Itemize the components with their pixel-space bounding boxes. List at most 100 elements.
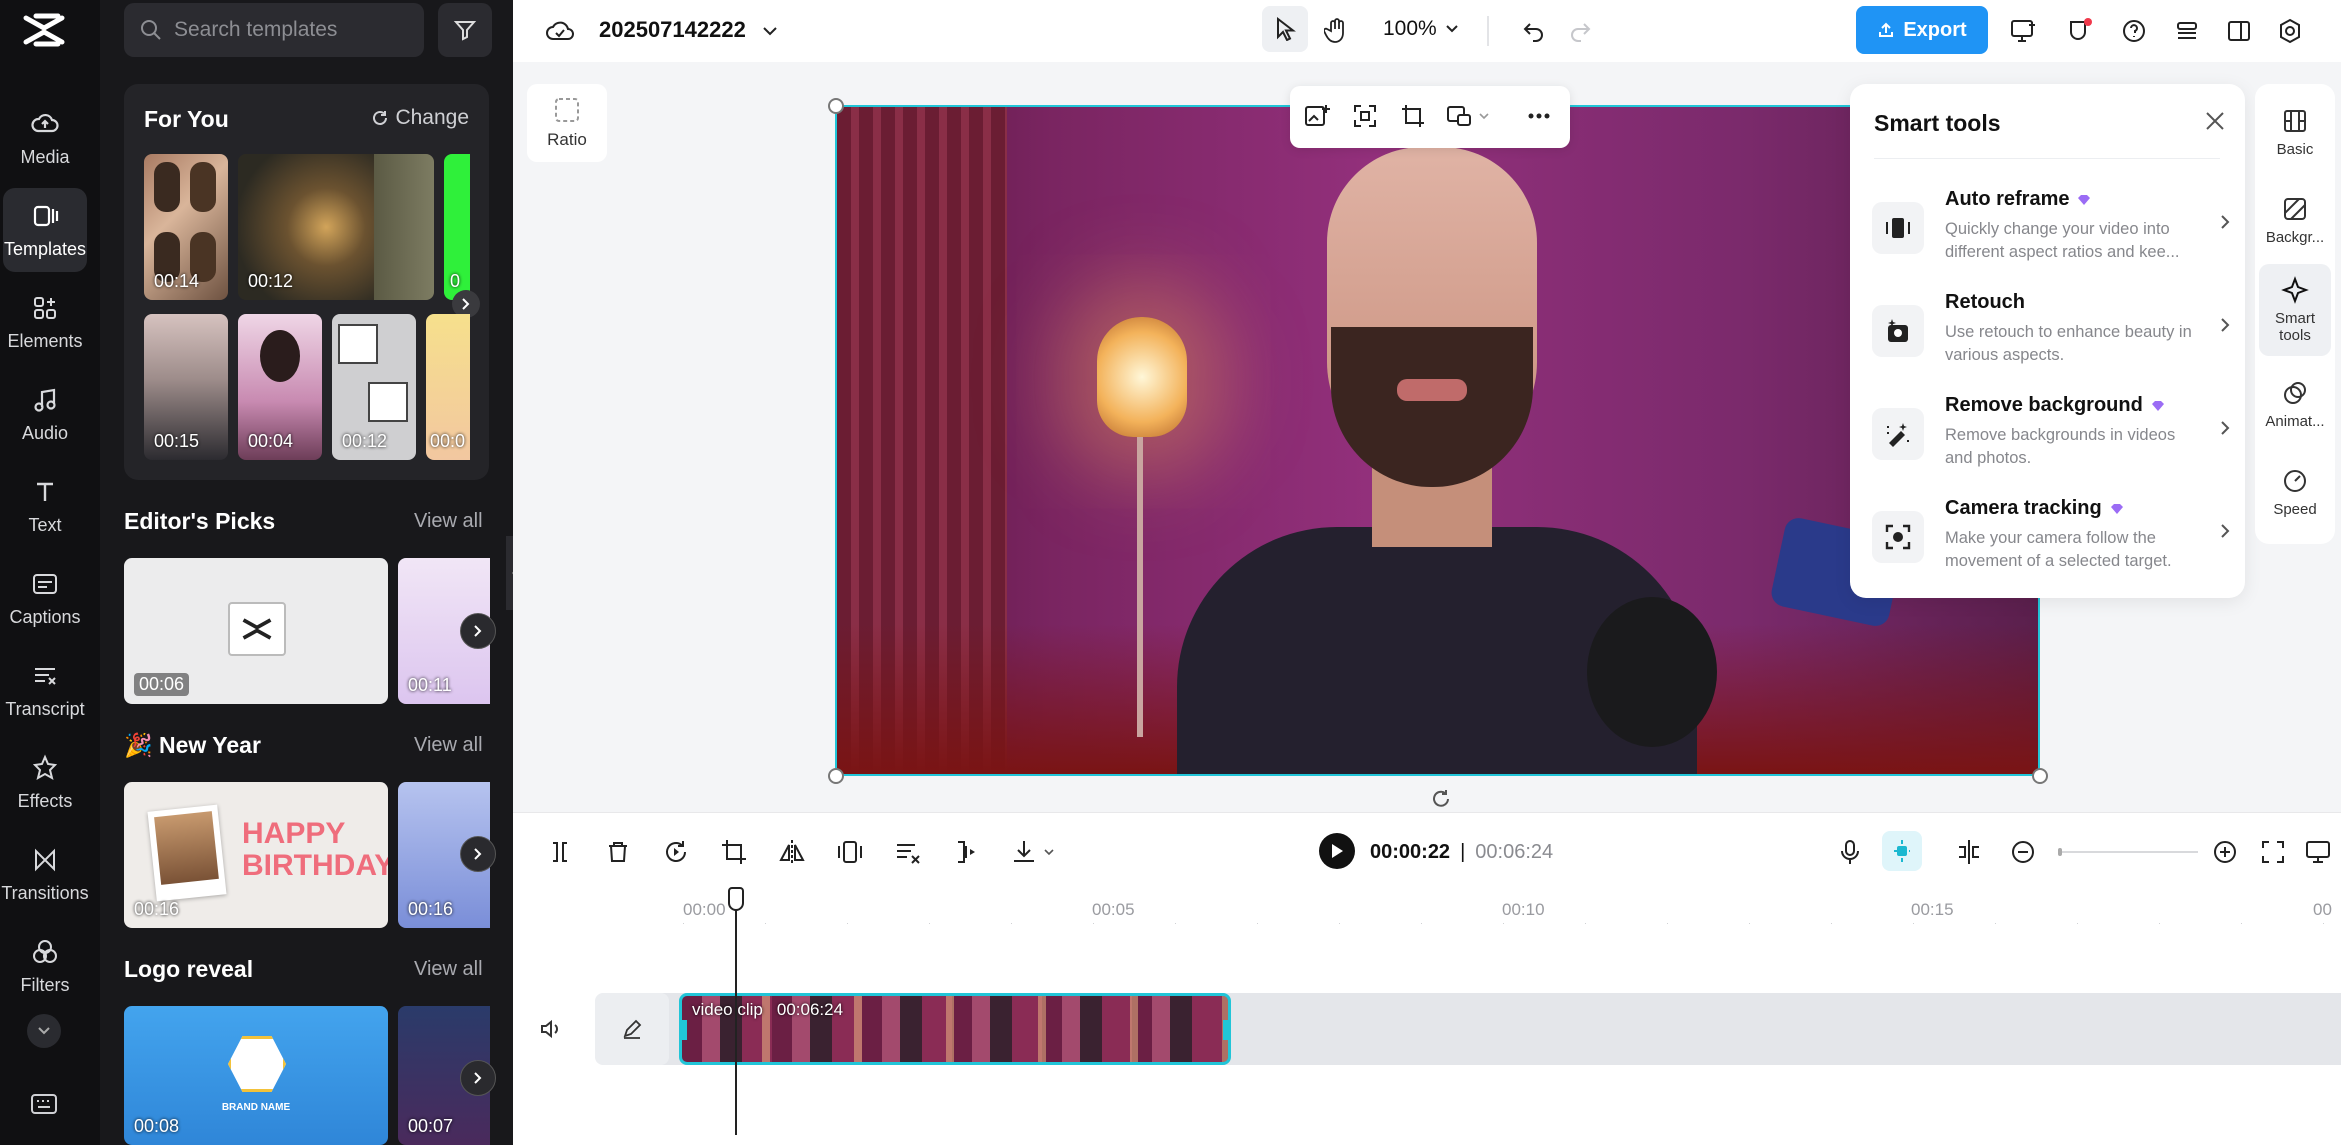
tab-background[interactable]: Backgr...: [2259, 176, 2331, 264]
template-thumb[interactable]: 00:15: [144, 314, 228, 460]
rail-item-audio[interactable]: Audio: [3, 372, 87, 456]
ratio-button[interactable]: Ratio: [527, 84, 607, 162]
zoom-dropdown[interactable]: 100%: [1383, 17, 1459, 41]
split-scene-icon[interactable]: [1954, 837, 1984, 867]
smart-tool-remove-background[interactable]: Remove background Remove backgrounds in …: [1870, 390, 2230, 490]
present-screen-button[interactable]: [2007, 14, 2041, 48]
ruler-ticks: [683, 923, 2341, 924]
template-thumb[interactable]: 00:0: [426, 314, 470, 460]
filter-button[interactable]: [438, 3, 492, 57]
template-thumb[interactable]: 00:12: [238, 154, 434, 300]
change-button[interactable]: Change: [371, 106, 469, 130]
fit-icon[interactable]: [835, 837, 865, 867]
rotate-handle-icon[interactable]: [1430, 788, 1452, 810]
rail-label: Filters: [20, 974, 70, 995]
rail-more-button[interactable]: [27, 1014, 61, 1048]
template-thumb[interactable]: HAPPY BIRTHDAY 00:16: [124, 782, 388, 928]
rail-item-templates[interactable]: Templates: [3, 188, 87, 272]
rail-item-transcript[interactable]: Transcript: [3, 648, 87, 732]
rail-item-transitions[interactable]: Transitions: [1, 832, 89, 916]
flip-icon[interactable]: [777, 837, 807, 867]
fullscreen-icon[interactable]: [2258, 837, 2288, 867]
layers-button[interactable]: [2170, 14, 2204, 48]
project-menu-chevron-icon[interactable]: [753, 14, 787, 48]
cloud-sync-icon[interactable]: [543, 14, 577, 48]
undo-button[interactable]: [1517, 14, 1551, 48]
smart-tool-retouch[interactable]: Retouch Use retouch to enhance beauty in…: [1870, 287, 2230, 387]
crop-tool-icon[interactable]: [719, 837, 749, 867]
image-add-icon[interactable]: [1304, 103, 1332, 129]
help-button[interactable]: [2117, 14, 2151, 48]
tab-animation[interactable]: Animat...: [2259, 360, 2331, 448]
rail-item-effects[interactable]: Effects: [3, 740, 87, 824]
tab-basic[interactable]: Basic: [2259, 88, 2331, 176]
settings-button[interactable]: [2273, 14, 2307, 48]
layout-button[interactable]: [2222, 14, 2256, 48]
play-button[interactable]: [1319, 833, 1355, 869]
search-input[interactable]: Search templates: [124, 3, 424, 57]
rail-item-elements[interactable]: Elements: [3, 280, 87, 364]
smart-tool-auto-reframe[interactable]: Auto reframe Quickly change your video i…: [1870, 184, 2230, 284]
resize-handle[interactable]: [828, 768, 844, 784]
zoom-out-icon[interactable]: [2008, 837, 2038, 867]
redo-button[interactable]: [1563, 14, 1597, 48]
capcut-logo-icon[interactable]: [22, 10, 66, 50]
focus-frame-icon[interactable]: [1352, 103, 1378, 129]
smart-tools-panel: Smart tools Auto reframe Quickly change …: [1850, 84, 2245, 598]
editors-picks-view-all[interactable]: View all: [414, 510, 483, 533]
clip-trim-handle-left[interactable]: [682, 1020, 687, 1040]
preview-monitor-icon[interactable]: [2303, 837, 2333, 867]
remove-silence-icon[interactable]: [893, 837, 923, 867]
playhead[interactable]: [735, 887, 737, 1135]
duration-label: 00:07: [408, 1116, 454, 1136]
split-icon[interactable]: [545, 837, 575, 867]
rail-item-media[interactable]: Media: [3, 96, 87, 180]
track-mute-icon[interactable]: [539, 1017, 563, 1041]
project-name[interactable]: 202507142222: [599, 17, 746, 43]
zoom-slider[interactable]: [2058, 848, 2198, 856]
video-clip[interactable]: video clip 00:06:24: [679, 993, 1231, 1065]
rail-item-filters[interactable]: Filters: [3, 924, 87, 1008]
logo-reveal-next-button[interactable]: [460, 1060, 496, 1096]
timeline[interactable]: 00:00 00:05 00:10 00:15 00 video clip 00…: [513, 887, 2341, 1145]
rail-item-captions[interactable]: Captions: [3, 556, 87, 640]
delete-icon[interactable]: [603, 837, 633, 867]
select-tool-button[interactable]: [1262, 6, 1308, 52]
track-edit-button[interactable]: [595, 993, 669, 1065]
editors-picks-next-button[interactable]: [460, 613, 496, 649]
record-voice-icon[interactable]: [1835, 837, 1865, 867]
close-icon[interactable]: [2204, 110, 2226, 132]
tab-speed[interactable]: Speed: [2259, 448, 2331, 536]
template-thumb[interactable]: 00:06: [124, 558, 388, 704]
rail-item-text[interactable]: Text: [3, 464, 87, 548]
crop-icon[interactable]: [1400, 103, 1426, 129]
sparkle-icon: [2281, 276, 2309, 304]
template-thumb[interactable]: 00:14: [144, 154, 228, 300]
new-year-next-button[interactable]: [460, 836, 496, 872]
zoom-slider-thumb[interactable]: [2058, 848, 2062, 856]
chevron-right-icon: [2220, 214, 2230, 230]
magnet-snap-button[interactable]: [1882, 831, 1922, 871]
download-menu[interactable]: [1009, 837, 1069, 867]
loop-icon[interactable]: [661, 837, 691, 867]
keyboard-icon[interactable]: [30, 1092, 58, 1116]
smart-tool-camera-tracking[interactable]: Camera tracking Make your camera follow …: [1870, 493, 2230, 593]
new-year-view-all[interactable]: View all: [414, 734, 483, 757]
notifications-button[interactable]: [2063, 14, 2097, 48]
template-thumb[interactable]: 0: [444, 154, 470, 300]
zoom-in-icon[interactable]: [2210, 837, 2240, 867]
replace-media-button[interactable]: [1446, 103, 1490, 129]
template-thumb[interactable]: 00:12: [332, 314, 416, 460]
hand-tool-button[interactable]: [1320, 14, 1354, 48]
resize-handle[interactable]: [2032, 768, 2048, 784]
playhead-handle[interactable]: [728, 887, 744, 911]
logo-reveal-view-all[interactable]: View all: [414, 958, 483, 981]
trim-icon[interactable]: [951, 837, 981, 867]
template-thumb[interactable]: BRAND NAME 00:08: [124, 1006, 388, 1145]
template-thumb[interactable]: 00:04: [238, 314, 322, 460]
more-options-icon[interactable]: [1526, 103, 1552, 129]
export-button[interactable]: Export: [1856, 6, 1988, 54]
resize-handle[interactable]: [828, 98, 844, 114]
tab-smart-tools[interactable]: Smart tools: [2259, 264, 2331, 356]
clip-trim-handle-right[interactable]: [1223, 1020, 1228, 1040]
